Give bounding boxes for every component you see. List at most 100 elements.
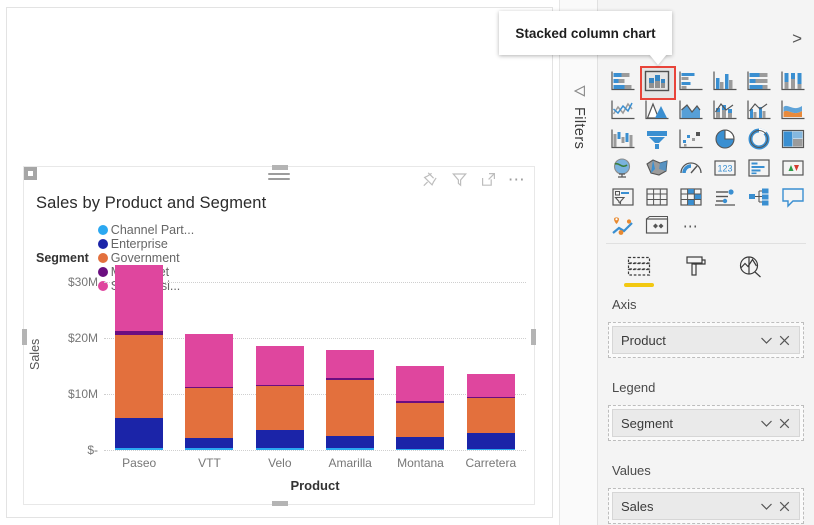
format-tab[interactable]	[678, 252, 712, 288]
viz-type-funnel-chart[interactable]	[642, 126, 672, 152]
bar-segment[interactable]	[466, 433, 515, 449]
chart-bar-column[interactable]: VTT	[174, 262, 244, 470]
stacked-bar[interactable]	[115, 265, 164, 450]
field-well-dropzone[interactable]: Sales	[608, 488, 804, 524]
resize-handle-bottom[interactable]	[272, 501, 288, 506]
viz-type-clustered-column-chart[interactable]	[710, 68, 740, 94]
bar-segment[interactable]	[396, 402, 445, 437]
remove-field-icon[interactable]	[775, 331, 793, 349]
field-well-dropzone[interactable]: Product	[608, 322, 804, 358]
remove-field-icon[interactable]	[775, 414, 793, 432]
viz-type-more-visuals[interactable]: ⋯	[676, 213, 706, 239]
viz-type-stacked-area-chart[interactable]	[676, 97, 706, 123]
viz-type-line-chart[interactable]	[608, 97, 638, 123]
viz-type-stacked-bar-chart[interactable]	[608, 68, 638, 94]
bar-segment[interactable]	[255, 346, 304, 385]
chart-bar-column[interactable]: Carretera	[456, 262, 526, 470]
field-chip[interactable]: Sales	[612, 492, 800, 520]
report-page[interactable]: ⋯ Sales by Product and Segment Segment C…	[6, 7, 553, 518]
viz-type-line-and-stacked-column-chart[interactable]	[710, 97, 740, 123]
chart-bar-column[interactable]: Velo	[245, 262, 315, 470]
viz-type-card-visual[interactable]: 123	[710, 155, 740, 181]
viz-type-r-script-visual[interactable]	[710, 184, 740, 210]
analytics-tab[interactable]	[734, 252, 768, 288]
chart-bar-column[interactable]: Paseo	[104, 262, 174, 470]
viz-type-hundred-percent-stacked-column-chart[interactable]	[778, 68, 808, 94]
viz-type-donut-chart[interactable]	[744, 126, 774, 152]
field-chip[interactable]: Product	[612, 326, 800, 354]
resize-handle-top[interactable]	[272, 165, 288, 170]
chart-bar-column[interactable]: Montana	[385, 262, 455, 470]
drag-grip-handle[interactable]	[268, 173, 290, 181]
bar-segment[interactable]	[326, 448, 375, 450]
bar-segment[interactable]	[396, 448, 445, 450]
legend-item[interactable]: Channel Part...	[97, 223, 194, 237]
stacked-bar[interactable]	[255, 346, 304, 450]
viz-type-table-visual[interactable]	[642, 184, 672, 210]
bar-segment[interactable]	[396, 366, 445, 402]
collapse-pane-chevron-icon[interactable]: >	[792, 29, 802, 49]
resize-handle-left[interactable]	[22, 329, 27, 345]
viz-type-scatter-chart[interactable]	[676, 126, 706, 152]
bar-segment[interactable]	[115, 335, 164, 419]
bar-segment[interactable]	[255, 448, 304, 450]
field-well-dropzone[interactable]: Segment	[608, 405, 804, 441]
remove-field-icon[interactable]	[775, 497, 793, 515]
bar-segment[interactable]	[326, 436, 375, 449]
viz-type-filled-map-visual[interactable]	[642, 155, 672, 181]
stacked-bar[interactable]	[396, 366, 445, 450]
focus-mode-icon[interactable]	[479, 170, 498, 189]
chevron-down-icon[interactable]	[757, 497, 775, 515]
viz-type-clustered-bar-chart[interactable]	[676, 68, 706, 94]
viz-type-slicer-visual[interactable]	[608, 184, 638, 210]
resize-handle-bottom-right[interactable]	[24, 167, 37, 180]
viz-type-matrix-visual[interactable]	[676, 184, 706, 210]
pin-visual-icon[interactable]	[421, 170, 440, 189]
viz-type-key-influencers-visual[interactable]	[744, 184, 774, 210]
chevron-down-icon[interactable]	[757, 414, 775, 432]
bar-segment[interactable]	[185, 333, 234, 387]
resize-handle-right[interactable]	[531, 329, 536, 345]
bar-segment[interactable]	[185, 437, 234, 449]
viz-type-stacked-column-chart[interactable]	[640, 65, 676, 100]
viz-type-map-visual[interactable]	[608, 155, 638, 181]
viz-type-arcgis-maps-visual[interactable]	[608, 213, 638, 239]
field-chip[interactable]: Segment	[612, 409, 800, 437]
filter-visual-icon[interactable]	[450, 170, 469, 189]
viz-type-qna-visual[interactable]	[778, 184, 808, 210]
bar-segment[interactable]	[255, 386, 304, 430]
stacked-bar[interactable]	[185, 333, 234, 450]
bar-segment[interactable]	[115, 265, 164, 332]
viz-type-line-and-clustered-column-chart[interactable]	[744, 97, 774, 123]
bar-segment[interactable]	[326, 350, 375, 379]
stacked-bar[interactable]	[466, 374, 515, 450]
bar-segment[interactable]	[466, 398, 515, 434]
viz-type-waterfall-chart[interactable]	[608, 126, 638, 152]
viz-type-area-chart[interactable]	[642, 97, 672, 123]
viz-type-ribbon-chart[interactable]	[778, 97, 808, 123]
bar-segment[interactable]	[466, 374, 515, 397]
chevron-down-icon[interactable]	[757, 331, 775, 349]
viz-type-hundred-percent-stacked-bar-chart[interactable]	[744, 68, 774, 94]
legend-item[interactable]: Enterprise	[97, 237, 194, 251]
viz-type-pie-chart[interactable]	[710, 126, 740, 152]
viz-type-kpi-visual[interactable]	[778, 155, 808, 181]
viz-type-gauge-visual[interactable]	[676, 155, 706, 181]
bar-segment[interactable]	[115, 447, 164, 450]
viz-type-treemap-chart[interactable]	[778, 126, 808, 152]
fields-tab[interactable]	[622, 252, 656, 288]
more-options-icon[interactable]: ⋯	[508, 171, 526, 188]
bar-segment[interactable]	[466, 448, 515, 450]
viz-type-python-visual[interactable]	[642, 213, 672, 239]
stacked-column-chart-visual[interactable]: ⋯ Sales by Product and Segment Segment C…	[22, 165, 536, 506]
bar-segment[interactable]	[396, 436, 445, 449]
bar-segment[interactable]	[185, 388, 234, 438]
filters-pane-collapsed[interactable]: Filters	[560, 0, 598, 525]
expand-filters-icon[interactable]	[571, 84, 587, 103]
viz-type-multi-row-card-visual[interactable]	[744, 155, 774, 181]
bar-segment[interactable]	[115, 418, 164, 448]
bar-segment[interactable]	[185, 448, 234, 450]
bar-segment[interactable]	[255, 429, 304, 449]
bar-segment[interactable]	[326, 380, 375, 437]
stacked-bar[interactable]	[326, 350, 375, 450]
